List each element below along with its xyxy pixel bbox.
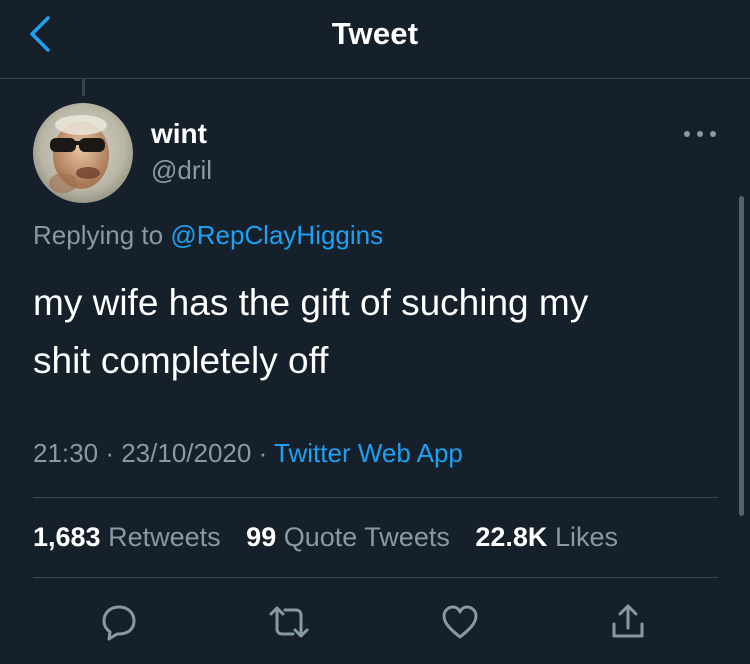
share-icon <box>612 604 644 638</box>
divider <box>33 577 718 578</box>
divider <box>33 497 718 498</box>
tweet-text-line: shit completely off <box>33 340 329 381</box>
likes-count: 22.8K <box>475 522 548 552</box>
tweet-detail-screen: Tweet wint @dril Replying to @RepClayHig… <box>0 0 750 664</box>
tweet-meta: 21:30 · 23/10/2020 · Twitter Web App <box>33 438 463 469</box>
retweets-count: 1,683 <box>33 522 101 552</box>
scrollbar[interactable] <box>739 196 744 516</box>
meta-separator: · <box>105 438 114 468</box>
like-button[interactable] <box>436 598 484 646</box>
replying-to-line: Replying to @RepClayHiggins <box>33 220 383 251</box>
engagement-stats: 1,683 Retweets 99 Quote Tweets 22.8K Lik… <box>33 522 636 553</box>
author-handle: @dril <box>151 155 213 185</box>
replying-prefix: Replying to <box>33 220 164 250</box>
share-button[interactable] <box>604 598 652 646</box>
more-options-button[interactable] <box>680 124 720 144</box>
retweets-label: Retweets <box>108 522 221 552</box>
reply-button[interactable] <box>95 598 143 646</box>
thread-connector <box>82 79 85 96</box>
page-title: Tweet <box>331 16 419 51</box>
more-dots-icon <box>684 131 716 137</box>
likes-stat[interactable]: 22.8K Likes <box>475 522 618 552</box>
tweet-time: 21:30 <box>33 438 99 468</box>
retweets-stat[interactable]: 1,683 Retweets <box>33 522 221 552</box>
tweet-text: my wife has the gift of suching my shit … <box>33 274 693 390</box>
quote-tweets-label: Quote Tweets <box>283 522 450 552</box>
author-name[interactable]: wint <box>151 118 207 150</box>
meta-separator: · <box>258 438 268 468</box>
tweet-source-link[interactable]: Twitter Web App <box>274 438 463 468</box>
top-bar: Tweet <box>0 0 750 79</box>
like-icon <box>442 605 478 639</box>
reply-icon <box>102 605 136 641</box>
avatar-photo <box>33 103 133 203</box>
replying-handle-link[interactable]: @RepClayHiggins <box>170 220 383 250</box>
quote-tweets-count: 99 <box>246 522 277 552</box>
avatar[interactable] <box>33 103 133 203</box>
action-bar <box>0 598 750 648</box>
tweet-text-line: my wife has the gift of suching my <box>33 282 589 323</box>
tweet-date: 23/10/2020 <box>121 438 252 468</box>
retweet-icon <box>269 606 309 638</box>
likes-label: Likes <box>554 522 618 552</box>
quote-tweets-stat[interactable]: 99 Quote Tweets <box>246 522 450 552</box>
retweet-button[interactable] <box>265 598 313 646</box>
